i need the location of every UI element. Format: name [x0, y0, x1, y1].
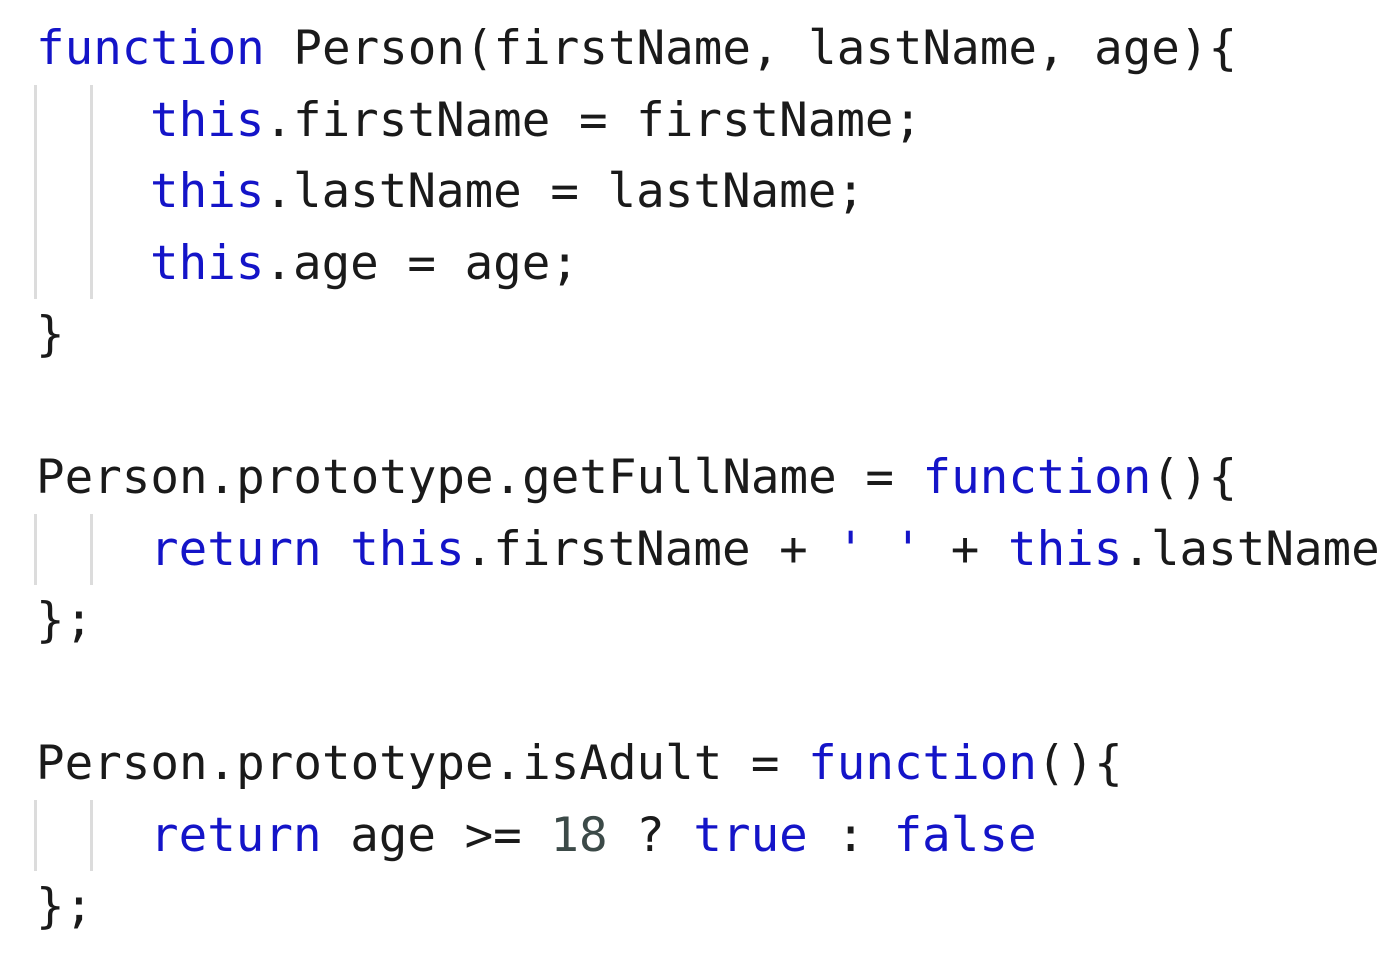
code-line: this.firstName = firstName;	[150, 85, 922, 157]
code-editor[interactable]: function Person(firstName, lastName, age…	[0, 0, 1400, 972]
code-line: return age >= 18 ? true : false	[150, 800, 1037, 872]
code-token-plain: .lastName = lastName;	[264, 164, 865, 219]
code-line: };	[36, 585, 93, 657]
code-token-plain: (){	[1036, 736, 1123, 791]
code-token-string: ' '	[836, 521, 923, 577]
code-token-plain: Person(firstName, lastName, age){	[264, 21, 1238, 76]
code-token-plain: .lastName	[1122, 521, 1380, 577]
code-line: this.lastName = lastName;	[150, 156, 865, 228]
code-token-keyword: this	[150, 164, 265, 219]
code-token-plain: }	[36, 307, 65, 362]
code-token-keyword: this	[150, 92, 265, 148]
code-token-keyword: function	[36, 21, 265, 76]
indent-guide	[90, 799, 93, 871]
code-token-keyword: this	[150, 235, 265, 291]
code-line: }	[36, 299, 65, 371]
code-token-number: 18	[550, 807, 608, 863]
code-token-plain: .firstName +	[464, 521, 837, 577]
code-line: };	[36, 871, 93, 943]
code-token-plain: .firstName = firstName;	[264, 92, 923, 148]
code-token-plain: Person.prototype.isAdult =	[36, 736, 809, 791]
code-token-plain: :	[807, 807, 894, 863]
code-token-plain: ?	[607, 807, 694, 863]
code-line: this.age = age;	[150, 228, 579, 300]
code-line: function Person(firstName, lastName, age…	[36, 13, 1237, 85]
code-token-keyword: false	[893, 807, 1037, 863]
code-token-keyword: this	[1007, 521, 1123, 577]
indent-guide	[90, 84, 93, 299]
code-token-plain: +	[922, 521, 1008, 577]
code-token-plain: (){	[1151, 450, 1238, 505]
code-token-keyword: function	[808, 736, 1037, 791]
code-token-keyword: this	[350, 521, 465, 577]
code-line: return this.firstName + ' ' + this.lastN…	[150, 514, 1380, 586]
code-token-plain: age >=	[321, 807, 551, 863]
indent-guide	[34, 513, 37, 585]
code-token-keyword: true	[693, 807, 808, 863]
code-token-keyword: return	[150, 521, 322, 577]
code-token-keyword: function	[922, 450, 1152, 505]
code-token-plain: };	[36, 879, 94, 934]
indent-guide	[90, 513, 93, 585]
code-line: Person.prototype.getFullName = function(…	[36, 442, 1237, 514]
indent-guide	[34, 799, 37, 871]
code-token-plain: };	[36, 593, 94, 648]
code-token-keyword: return	[150, 807, 322, 863]
code-token-plain: Person.prototype.getFullName =	[36, 450, 923, 505]
indent-guide	[34, 84, 37, 299]
code-line: Person.prototype.isAdult = function(){	[36, 728, 1123, 800]
code-token-plain: .age = age;	[264, 235, 579, 291]
